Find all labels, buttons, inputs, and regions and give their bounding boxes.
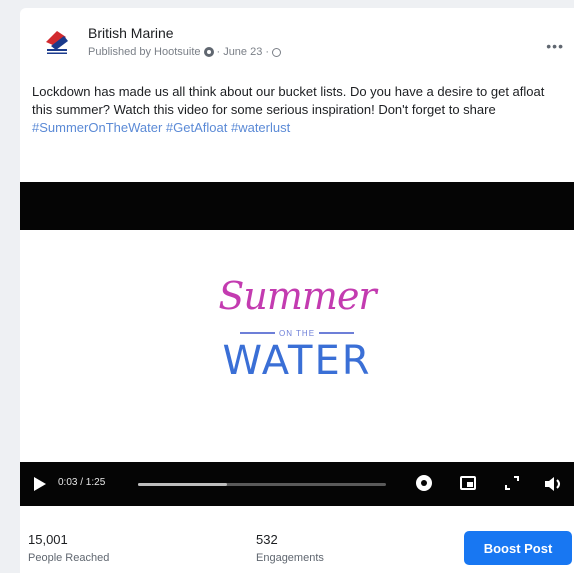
meta-separator: ·: [216, 46, 221, 58]
globe-icon: [272, 47, 282, 57]
on-the-text: ON THE: [278, 328, 316, 338]
meta-separator-2: ·: [265, 46, 270, 58]
picture-in-picture-icon[interactable]: [460, 476, 476, 490]
hashtag-link[interactable]: #SummerOnTheWater: [32, 120, 162, 135]
volume-icon[interactable]: [544, 476, 564, 492]
water-title: WATER: [222, 338, 372, 384]
page-name[interactable]: British Marine: [88, 25, 174, 41]
post-stats: 15,001 People Reached 532 Engagements Bo…: [20, 516, 574, 573]
engagement-value: 532: [256, 532, 278, 547]
divider: [319, 332, 355, 334]
on-the-label: ON THE: [240, 328, 355, 338]
post-date[interactable]: June 23: [223, 46, 262, 58]
published-by[interactable]: Published by Hootsuite: [88, 46, 201, 58]
post-meta: Published by Hootsuite · June 23 ·: [88, 46, 282, 58]
reach-label: People Reached: [28, 552, 110, 564]
more-icon[interactable]: •••: [546, 38, 564, 54]
video-time: 0:03 / 1:25: [58, 477, 106, 488]
video-letterbox: [20, 182, 574, 230]
engagement-label: Engagements: [256, 552, 324, 564]
progress-bar[interactable]: [138, 483, 386, 486]
summer-title: Summer: [218, 274, 376, 318]
settings-icon[interactable]: [416, 475, 432, 491]
reach-value: 15,001: [28, 532, 68, 547]
british-marine-logo-icon[interactable]: [42, 28, 72, 56]
post-text: Lockdown has made us all think about our…: [32, 83, 568, 137]
video-controls: 0:03 / 1:25: [20, 462, 574, 506]
hashtag-link[interactable]: #waterlust: [231, 120, 290, 135]
boost-post-button[interactable]: Boost Post: [464, 531, 572, 565]
divider: [240, 332, 275, 334]
expand-icon[interactable]: [504, 475, 520, 491]
progress-fill: [138, 483, 228, 486]
hashtag-link[interactable]: #GetAfloat: [166, 120, 227, 135]
play-icon[interactable]: [34, 477, 46, 491]
gear-icon[interactable]: [203, 47, 214, 57]
video-player[interactable]: Summer ON THE WATER 0:03 / 1:25: [20, 182, 574, 516]
post-header: British Marine Published by Hootsuite · …: [20, 8, 574, 74]
post-body: Lockdown has made us all think about our…: [32, 84, 545, 117]
post-card: British Marine Published by Hootsuite · …: [20, 8, 574, 573]
